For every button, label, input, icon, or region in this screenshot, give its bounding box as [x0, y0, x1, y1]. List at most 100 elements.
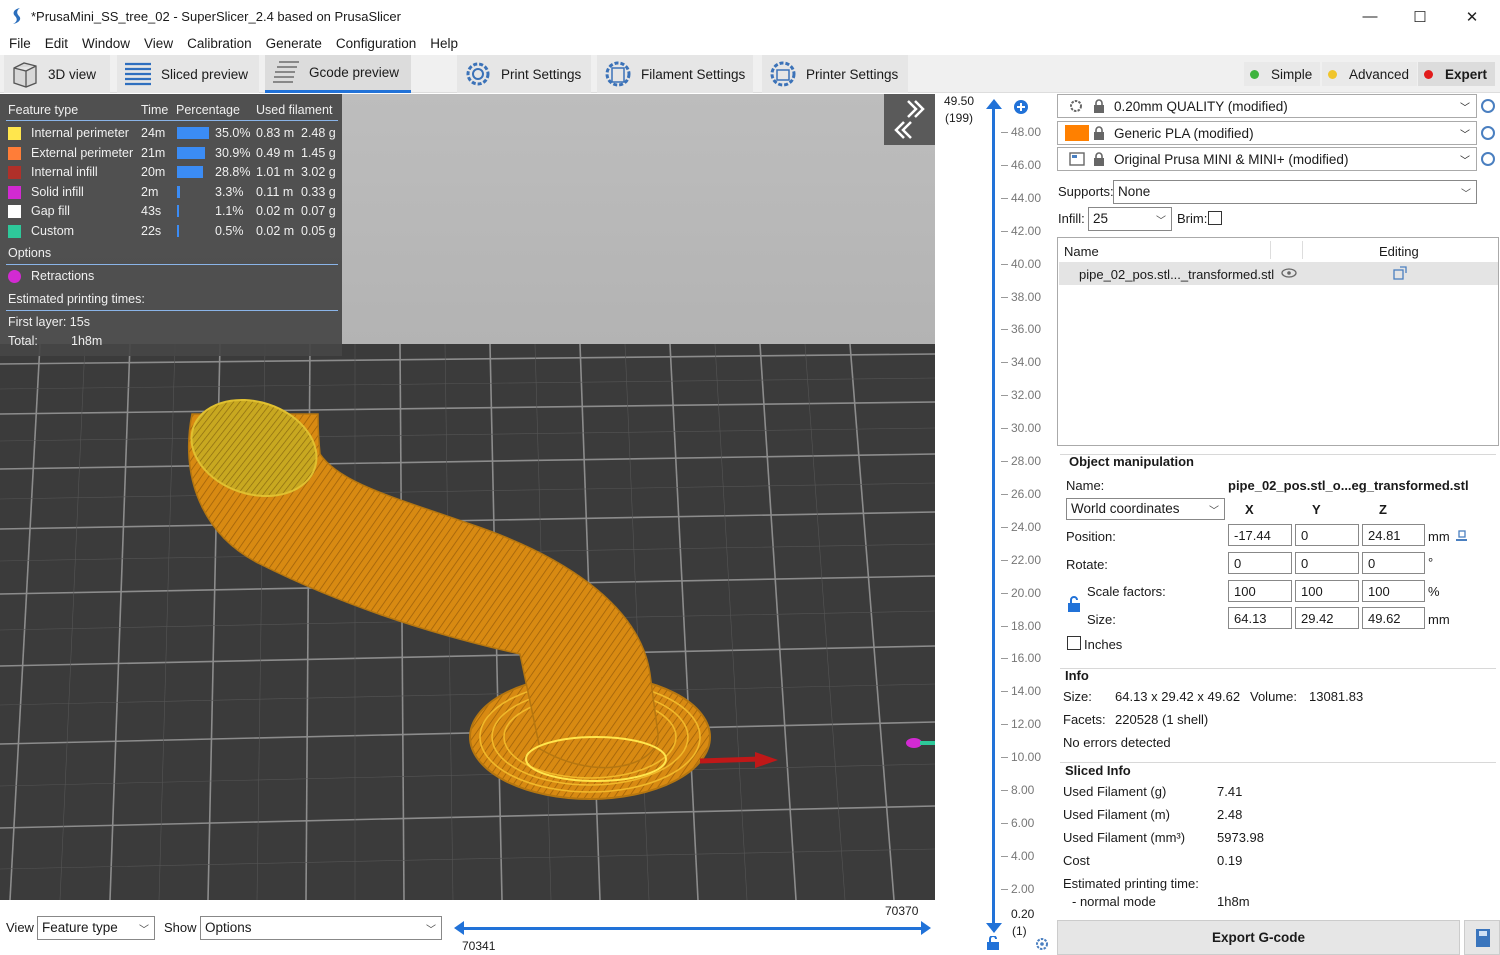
- export-gcode-button[interactable]: Export G-code: [1057, 920, 1460, 955]
- lock-icon[interactable]: [986, 936, 1000, 951]
- send-to-device-button[interactable]: [1464, 920, 1500, 955]
- add-color-change-icon[interactable]: [1014, 100, 1028, 114]
- size-x-input[interactable]: 64.13: [1228, 607, 1292, 629]
- rotate-y-input[interactable]: 0: [1295, 552, 1359, 574]
- maximize-button[interactable]: ☐: [1394, 0, 1446, 33]
- layer-tick-label: 24.00: [1011, 519, 1042, 534]
- scale-y-input[interactable]: 100: [1295, 580, 1359, 602]
- layer-tick-mark: [1001, 559, 1008, 561]
- scale-lock-icon[interactable]: [1067, 596, 1081, 613]
- show-options-select[interactable]: Options ﹀: [200, 916, 442, 940]
- coordinates-value: World coordinates: [1071, 501, 1180, 516]
- legend-row-custom[interactable]: Custom 22s 0.5% 0.02 m 0.05 g: [0, 222, 342, 241]
- menu-configuration[interactable]: Configuration: [329, 33, 423, 55]
- lower-thumb-icon[interactable]: [985, 922, 1003, 934]
- object-list-row[interactable]: pipe_02_pos.stl..._transformed.stl: [1059, 262, 1498, 285]
- size-z-input[interactable]: 49.62: [1362, 607, 1425, 629]
- filament-preset-select[interactable]: Generic PLA (modified) ﹀: [1057, 121, 1477, 145]
- tab-gcode-preview[interactable]: Gcode preview: [265, 55, 411, 93]
- position-x-input[interactable]: -17.44: [1228, 524, 1292, 546]
- tab-3d-view[interactable]: 3D view: [4, 55, 110, 93]
- rotate-z-input[interactable]: 0: [1362, 552, 1425, 574]
- layer-tick-mark: [1001, 625, 1008, 627]
- menu-view[interactable]: View: [137, 33, 180, 55]
- mode-advanced-button[interactable]: Advanced: [1322, 62, 1418, 86]
- position-z-input[interactable]: 24.81: [1362, 524, 1425, 546]
- menu-generate[interactable]: Generate: [259, 33, 329, 55]
- tab-sliced-preview[interactable]: Sliced preview: [117, 55, 259, 93]
- size-y-input[interactable]: 29.42: [1295, 607, 1359, 629]
- title-bar: *PrusaMini_SS_tree_02 - SuperSlicer_2.4 …: [0, 0, 1500, 33]
- mode-expert-button[interactable]: Expert: [1418, 62, 1496, 86]
- layer-tick-mark: [1001, 888, 1008, 890]
- legend-row-solid-infill[interactable]: Solid infill 2m 3.3% 0.11 m 0.33 g: [0, 183, 342, 202]
- menu-file[interactable]: File: [2, 33, 38, 55]
- legend-row-gap-fill[interactable]: Gap fill 43s 1.1% 0.02 m 0.07 g: [0, 202, 342, 221]
- print-preset-select[interactable]: 0.20mm QUALITY (modified) ﹀: [1057, 94, 1477, 118]
- printer-preset-edit-gear-icon[interactable]: [1481, 152, 1495, 166]
- tab-gcode-preview-label: Gcode preview: [309, 65, 400, 80]
- rotate-x-input[interactable]: 0: [1228, 552, 1292, 574]
- close-button[interactable]: ✕: [1446, 0, 1498, 33]
- edit-object-icon[interactable]: [1393, 266, 1407, 280]
- coordinates-select[interactable]: World coordinates ﹀: [1066, 498, 1225, 520]
- tab-filament-settings[interactable]: Filament Settings: [597, 55, 753, 93]
- legend-feature-time: 43s: [141, 204, 162, 218]
- upper-thumb-icon[interactable]: [985, 98, 1003, 110]
- brim-checkbox[interactable]: [1208, 211, 1222, 225]
- layer-tick-label: 48.00: [1011, 125, 1042, 139]
- menu-help[interactable]: Help: [423, 33, 465, 55]
- legend-feature-grams: 2.48 g: [301, 126, 336, 140]
- tab-printer-settings[interactable]: Printer Settings: [762, 55, 908, 93]
- legend-feature-time: 20m: [141, 165, 166, 179]
- collapse-sidebar-button[interactable]: [884, 94, 935, 145]
- legend-feature-time: 21m: [141, 145, 166, 160]
- scale-x-input[interactable]: 100: [1228, 580, 1292, 602]
- layer-tick-mark: [1001, 197, 1008, 199]
- chevron-down-icon: ﹀: [139, 925, 149, 936]
- object-name-value: pipe_02_pos.stl_o...eg_transformed.stl: [1228, 478, 1469, 493]
- sliced-info-label: Used Filament (m): [1063, 807, 1170, 822]
- sliced-info-value: 7.41: [1217, 784, 1243, 799]
- printer-preset-select[interactable]: Original Prusa MINI & MINI+ (modified) ﹀: [1057, 147, 1477, 171]
- menu-calibration[interactable]: Calibration: [180, 33, 259, 55]
- view-type-select[interactable]: Feature type ﹀: [37, 916, 155, 940]
- chevron-down-icon: ﹀: [1460, 130, 1470, 141]
- supports-select[interactable]: None ﹀: [1113, 180, 1477, 204]
- position-y-input[interactable]: 0: [1295, 524, 1359, 546]
- drop-to-bed-icon[interactable]: [1454, 528, 1468, 542]
- scale-z-input[interactable]: 100: [1362, 580, 1425, 602]
- mode-simple-button[interactable]: Simple: [1244, 62, 1321, 86]
- inches-checkbox[interactable]: [1067, 636, 1081, 650]
- move-slider-left-thumb-icon[interactable]: [453, 920, 465, 936]
- legend-row-internal-perimeter[interactable]: Internal perimeter 24m 35.0% 0.83 m 2.48 g: [0, 124, 342, 143]
- menu-edit[interactable]: Edit: [38, 33, 75, 55]
- eye-icon[interactable]: [1281, 268, 1297, 278]
- legend-row-external-perimeter[interactable]: External perimeter 21m 30.9% 0.49 m 1.45 g: [0, 144, 342, 163]
- move-slider-track[interactable]: [460, 927, 926, 930]
- layer-slider-track[interactable]: [992, 104, 995, 924]
- legend-row-internal-infill[interactable]: Internal infill 20m 28.8% 1.01 m 3.02 g: [0, 163, 342, 182]
- gcode-layers-icon: [273, 60, 299, 83]
- print-preset-edit-gear-icon[interactable]: [1481, 99, 1495, 113]
- tab-print-settings[interactable]: Print Settings: [457, 55, 591, 93]
- filament-preset-edit-gear-icon[interactable]: [1481, 126, 1495, 140]
- layer-tick-mark: [1001, 592, 1008, 594]
- infill-select[interactable]: 25 ﹀: [1088, 207, 1172, 231]
- printer-preset-value: Original Prusa MINI & MINI+ (modified): [1114, 152, 1349, 167]
- menu-window[interactable]: Window: [75, 33, 137, 55]
- minimize-button[interactable]: —: [1344, 0, 1396, 33]
- legend-row-retractions[interactable]: Retractions: [0, 267, 342, 286]
- rotate-unit: °: [1428, 555, 1434, 570]
- legend-header: Feature type Time Percentage Used filame…: [0, 101, 342, 120]
- filament-color-swatch[interactable]: [1065, 125, 1089, 141]
- move-slider-right-thumb-icon[interactable]: [920, 920, 932, 936]
- sliced-info-value: 5973.98: [1217, 830, 1264, 845]
- layer-tick-label: 34.00: [1011, 355, 1042, 370]
- slider-settings-gear-icon[interactable]: [1035, 937, 1049, 951]
- layer-top-index: (199): [945, 111, 974, 125]
- legend-feature-meters: 0.02 m: [256, 204, 295, 218]
- layer-tick-mark: [1001, 790, 1008, 791]
- sliced-info-value: 0.19: [1217, 853, 1243, 868]
- layer-tick-label: 6.00: [1011, 815, 1035, 830]
